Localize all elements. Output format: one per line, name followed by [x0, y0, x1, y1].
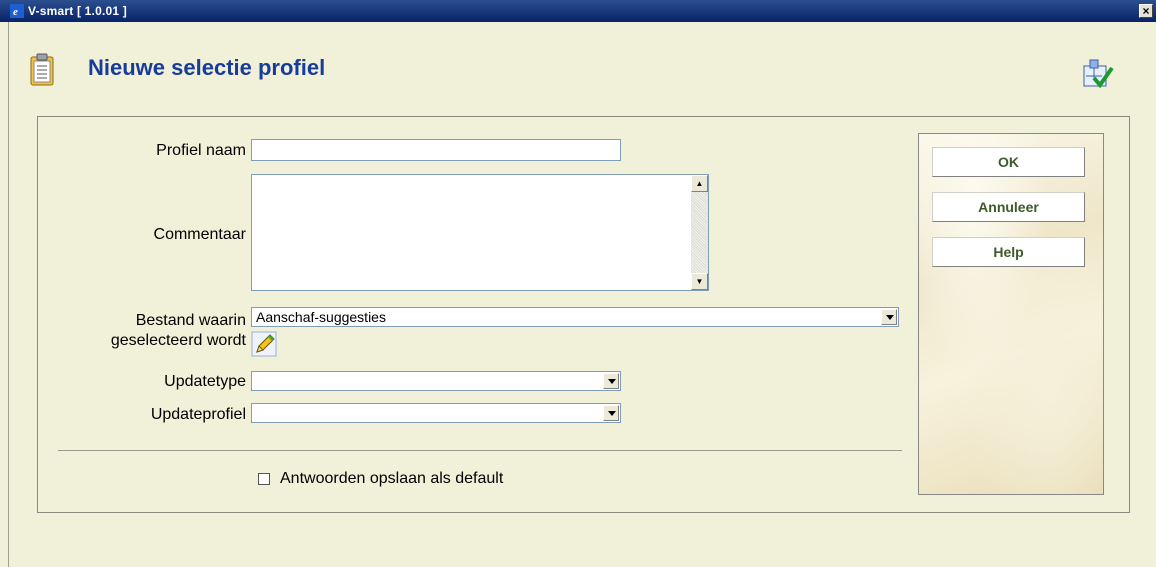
file-label-line1: Bestand waarin: [135, 312, 246, 329]
update-profile-label: Updateprofiel: [150, 406, 246, 423]
scroll-up-button[interactable]: ▲: [691, 175, 708, 192]
ie-icon: e: [10, 4, 24, 18]
clipboard-icon: [30, 53, 54, 86]
file-select-value: Aanschaf-suggesties: [256, 309, 386, 325]
update-type-label: Updatetype: [164, 373, 246, 390]
button-panel: [918, 133, 1104, 495]
page-title: Nieuwe selectie profiel: [88, 55, 326, 80]
file-select[interactable]: Aanschaf-suggesties: [251, 307, 899, 327]
save-default-checkbox[interactable]: [258, 473, 270, 485]
window-title: V-smart [ 1.0.01 ]: [28, 4, 127, 18]
profile-name-label: Profiel naam: [156, 142, 246, 159]
chevron-down-icon[interactable]: [603, 405, 619, 421]
title-bar: e V-smart [ 1.0.01 ] ×: [0, 0, 1156, 22]
chevron-down-icon[interactable]: [881, 309, 897, 325]
chevron-down-icon[interactable]: [603, 373, 619, 389]
scroll-down-button[interactable]: ▼: [691, 273, 708, 290]
svg-text:e: e: [13, 6, 18, 18]
comment-scrollbar[interactable]: ▲ ▼: [691, 175, 708, 290]
close-button[interactable]: ×: [1139, 4, 1153, 18]
comment-textarea[interactable]: ▲ ▼: [251, 174, 709, 291]
help-button[interactable]: Help: [932, 237, 1085, 267]
update-profile-select[interactable]: [251, 403, 621, 423]
profile-name-input[interactable]: [251, 139, 621, 161]
cancel-button[interactable]: Annuleer: [932, 192, 1085, 222]
ok-button[interactable]: OK: [932, 147, 1085, 177]
help-navigator-icon[interactable]: [1080, 58, 1116, 90]
divider: [58, 450, 902, 451]
pencil-icon[interactable]: [251, 331, 277, 357]
file-label-line2: geselecteerd wordt: [110, 332, 246, 349]
save-default-label: Antwoorden opslaan als default: [280, 470, 504, 487]
update-type-select[interactable]: [251, 371, 621, 391]
comment-label: Commentaar: [153, 226, 246, 243]
